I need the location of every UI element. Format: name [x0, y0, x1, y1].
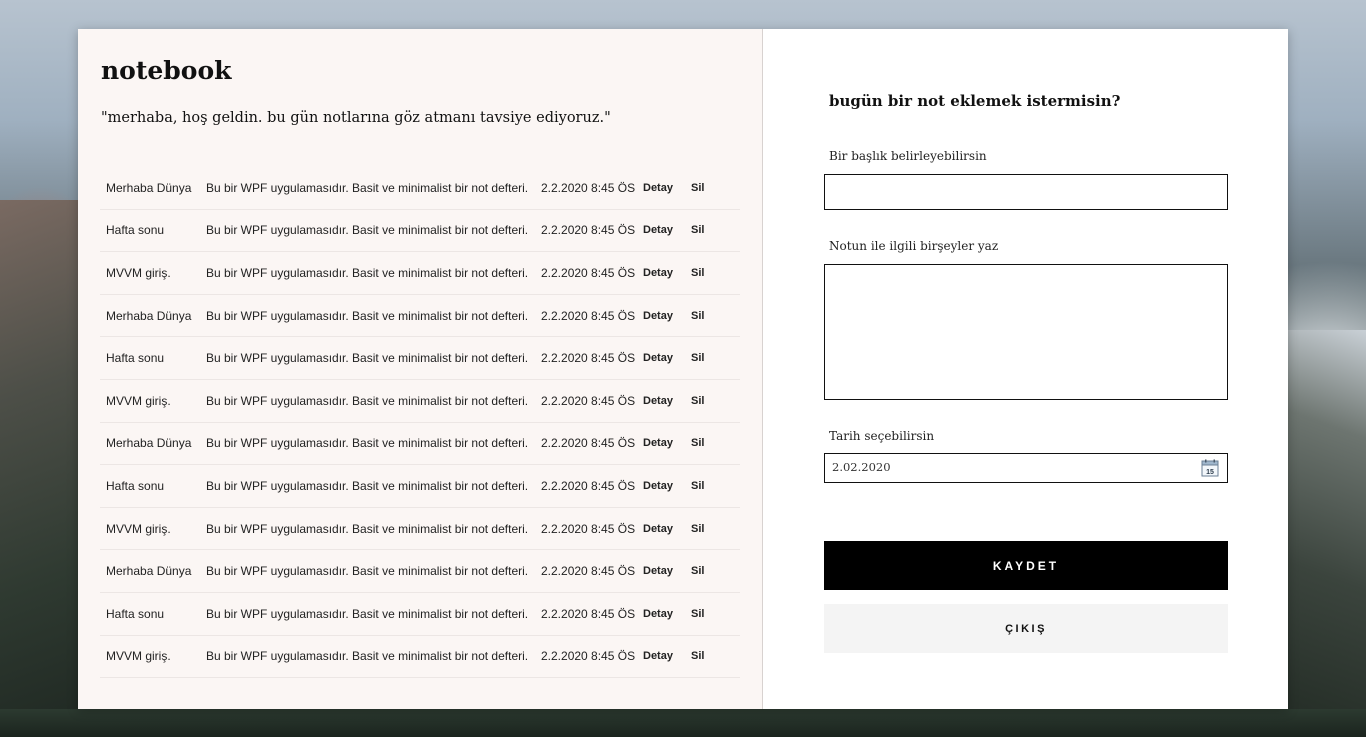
title-field-label: Bir başlık belirleyebilirsin	[829, 149, 987, 163]
note-detail-button[interactable]: Detay	[643, 480, 691, 492]
note-row[interactable]: MVVM giriş. Bu bir WPF uygulamasıdır. Ba…	[100, 252, 740, 295]
exit-button[interactable]: ÇIKIŞ	[824, 604, 1228, 653]
note-row[interactable]: Merhaba Dünya Bu bir WPF uygulamasıdır. …	[100, 550, 740, 593]
calendar-day: 15	[1206, 469, 1214, 476]
note-date: 2.2.2020 8:45 ÖS	[541, 180, 636, 195]
note-row[interactable]: Merhaba Dünya Bu bir WPF uygulamasıdır. …	[100, 167, 740, 210]
note-title: Merhaba Dünya	[106, 436, 192, 451]
note-delete-button[interactable]: Sil	[691, 182, 721, 194]
note-body: Bu bir WPF uygulamasıdır. Basit ve minim…	[206, 478, 529, 493]
note-detail-button[interactable]: Detay	[643, 523, 691, 535]
note-title: MVVM giriş.	[106, 265, 171, 280]
note-row[interactable]: Hafta sonu Bu bir WPF uygulamasıdır. Bas…	[100, 210, 740, 253]
note-body: Bu bir WPF uygulamasıdır. Basit ve minim…	[206, 521, 529, 536]
note-title: Hafta sonu	[106, 223, 165, 238]
note-date: 2.2.2020 8:45 ÖS	[541, 436, 636, 451]
note-row[interactable]: Merhaba Dünya Bu bir WPF uygulamasıdır. …	[100, 423, 740, 466]
form-heading: bugün bir not eklemek istermisin?	[829, 92, 1121, 110]
calendar-icon[interactable]: 15	[1201, 459, 1219, 477]
note-delete-button[interactable]: Sil	[691, 267, 721, 279]
note-detail-button[interactable]: Detay	[643, 608, 691, 620]
note-date: 2.2.2020 8:45 ÖS	[541, 393, 636, 408]
note-row[interactable]: Hafta sonu Bu bir WPF uygulamasıdır. Bas…	[100, 337, 740, 380]
note-body-field[interactable]	[824, 264, 1228, 400]
add-note-panel: bugün bir not eklemek istermisin? Bir ba…	[763, 29, 1288, 709]
note-title: MVVM giriş.	[106, 393, 171, 408]
note-detail-button[interactable]: Detay	[643, 437, 691, 449]
note-date: 2.2.2020 8:45 ÖS	[541, 351, 636, 366]
note-date: 2.2.2020 8:45 ÖS	[541, 649, 636, 664]
note-detail-button[interactable]: Detay	[643, 650, 691, 662]
note-delete-button[interactable]: Sil	[691, 224, 721, 236]
note-delete-button[interactable]: Sil	[691, 608, 721, 620]
note-title: MVVM giriş.	[106, 521, 171, 536]
date-value[interactable]: 2.02.2020	[832, 460, 891, 474]
title-field[interactable]	[824, 174, 1228, 210]
note-row[interactable]: MVVM giriş. Bu bir WPF uygulamasıdır. Ba…	[100, 380, 740, 423]
note-row[interactable]: MVVM giriş. Bu bir WPF uygulamasıdır. Ba…	[100, 636, 740, 679]
background-rock-left	[0, 200, 78, 737]
notes-panel: notebook "merhaba, hoş geldin. bu gün no…	[78, 29, 763, 709]
note-delete-button[interactable]: Sil	[691, 565, 721, 577]
note-title: Merhaba Dünya	[106, 308, 192, 323]
note-date: 2.2.2020 8:45 ÖS	[541, 521, 636, 536]
note-body: Bu bir WPF uygulamasıdır. Basit ve minim…	[206, 223, 529, 238]
background-rock-right	[1288, 330, 1366, 737]
note-row[interactable]: Hafta sonu Bu bir WPF uygulamasıdır. Bas…	[100, 465, 740, 508]
note-row[interactable]: MVVM giriş. Bu bir WPF uygulamasıdır. Ba…	[100, 508, 740, 551]
note-delete-button[interactable]: Sil	[691, 650, 721, 662]
note-body: Bu bir WPF uygulamasıdır. Basit ve minim…	[206, 308, 529, 323]
note-date: 2.2.2020 8:45 ÖS	[541, 606, 636, 621]
note-detail-button[interactable]: Detay	[643, 310, 691, 322]
note-body: Bu bir WPF uygulamasıdır. Basit ve minim…	[206, 393, 529, 408]
note-row[interactable]: Merhaba Dünya Bu bir WPF uygulamasıdır. …	[100, 295, 740, 338]
welcome-message: "merhaba, hoş geldin. bu gün notlarına g…	[101, 110, 611, 126]
note-body: Bu bir WPF uygulamasıdır. Basit ve minim…	[206, 606, 529, 621]
app-window: notebook "merhaba, hoş geldin. bu gün no…	[78, 29, 1288, 709]
body-field-label: Notun ile ilgili birşeyler yaz	[829, 239, 999, 253]
app-title: notebook	[101, 56, 232, 85]
note-body: Bu bir WPF uygulamasıdır. Basit ve minim…	[206, 436, 529, 451]
note-detail-button[interactable]: Detay	[643, 182, 691, 194]
note-title: Merhaba Dünya	[106, 564, 192, 579]
note-date: 2.2.2020 8:45 ÖS	[541, 223, 636, 238]
note-title: Merhaba Dünya	[106, 180, 192, 195]
note-delete-button[interactable]: Sil	[691, 523, 721, 535]
note-title: MVVM giriş.	[106, 649, 171, 664]
note-date: 2.2.2020 8:45 ÖS	[541, 308, 636, 323]
save-button[interactable]: KAYDET	[824, 541, 1228, 590]
note-detail-button[interactable]: Detay	[643, 224, 691, 236]
notes-list: Merhaba Dünya Bu bir WPF uygulamasıdır. …	[100, 167, 740, 679]
date-picker[interactable]: 2.02.2020 15	[824, 453, 1228, 483]
background-forest	[0, 709, 1366, 737]
note-body: Bu bir WPF uygulamasıdır. Basit ve minim…	[206, 351, 529, 366]
note-detail-button[interactable]: Detay	[643, 352, 691, 364]
note-detail-button[interactable]: Detay	[643, 395, 691, 407]
note-date: 2.2.2020 8:45 ÖS	[541, 564, 636, 579]
note-body: Bu bir WPF uygulamasıdır. Basit ve minim…	[206, 265, 529, 280]
note-title: Hafta sonu	[106, 351, 165, 366]
date-field-label: Tarih seçebilirsin	[829, 429, 935, 443]
note-delete-button[interactable]: Sil	[691, 352, 721, 364]
note-body: Bu bir WPF uygulamasıdır. Basit ve minim…	[206, 649, 529, 664]
note-date: 2.2.2020 8:45 ÖS	[541, 265, 636, 280]
note-detail-button[interactable]: Detay	[643, 565, 691, 577]
note-body: Bu bir WPF uygulamasıdır. Basit ve minim…	[206, 180, 529, 195]
note-title: Hafta sonu	[106, 606, 165, 621]
note-delete-button[interactable]: Sil	[691, 480, 721, 492]
note-delete-button[interactable]: Sil	[691, 310, 721, 322]
note-title: Hafta sonu	[106, 478, 165, 493]
note-date: 2.2.2020 8:45 ÖS	[541, 478, 636, 493]
note-body: Bu bir WPF uygulamasıdır. Basit ve minim…	[206, 564, 529, 579]
note-row[interactable]: Hafta sonu Bu bir WPF uygulamasıdır. Bas…	[100, 593, 740, 636]
note-detail-button[interactable]: Detay	[643, 267, 691, 279]
note-delete-button[interactable]: Sil	[691, 395, 721, 407]
note-delete-button[interactable]: Sil	[691, 437, 721, 449]
